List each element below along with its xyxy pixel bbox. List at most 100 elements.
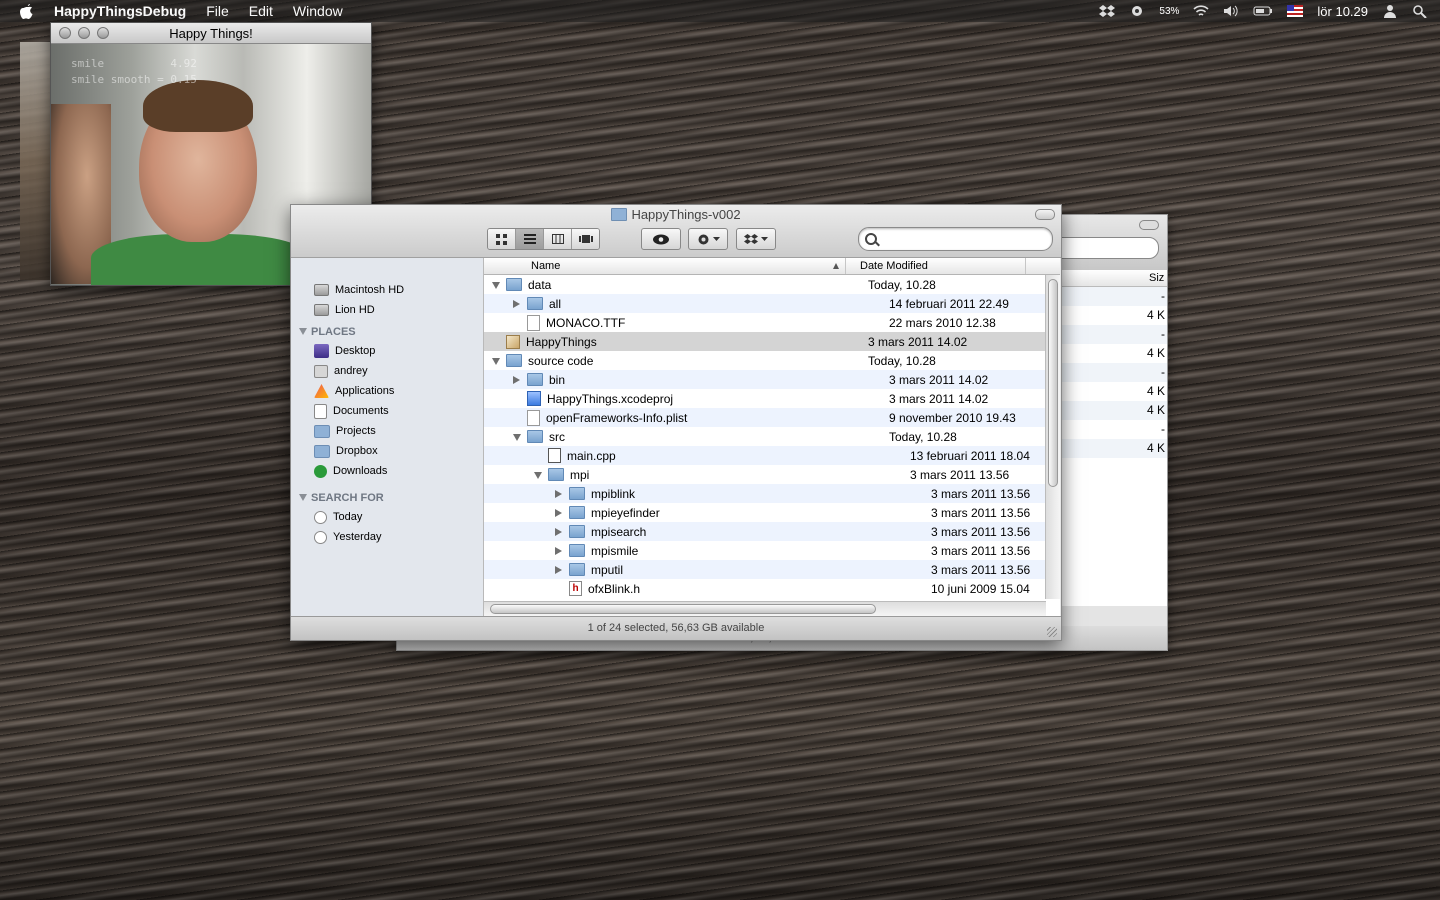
file-row[interactable]: data Today, 10.28: [484, 275, 1046, 294]
sidebar-item-label: Lion HD: [335, 304, 375, 316]
list-view-icon: [523, 234, 536, 244]
sidebar-item-projects[interactable]: Projects: [291, 421, 483, 441]
disclosure-open-icon[interactable]: [492, 354, 502, 368]
sidebar-item-downloads[interactable]: Downloads: [291, 461, 483, 481]
resize-grip-icon[interactable]: [1047, 627, 1057, 637]
folder-icon: [527, 430, 543, 443]
places-header[interactable]: PLACES: [291, 322, 483, 341]
disclosure-closed-icon[interactable]: [513, 297, 523, 311]
app-menu[interactable]: HappyThingsDebug: [54, 3, 186, 19]
dropbox-icon[interactable]: [1099, 4, 1116, 18]
search-input[interactable]: [883, 230, 1047, 248]
file-row[interactable]: MONACO.TTF 22 mars 2010 12.38: [484, 313, 1046, 332]
search-for-header[interactable]: SEARCH FOR: [291, 488, 483, 507]
user-icon[interactable]: [1382, 4, 1398, 18]
size-cell: -: [1061, 363, 1167, 382]
sidebar-item-desktop[interactable]: Desktop: [291, 341, 483, 361]
triangle-right-icon: [555, 508, 562, 517]
zoom-button[interactable]: [97, 27, 109, 39]
clock-icon: [314, 530, 327, 544]
file-row[interactable]: openFrameworks-Info.plist 9 november 2010…: [484, 408, 1046, 427]
finder-title[interactable]: HappyThings-v002: [291, 207, 1061, 222]
toolbar-toggle-button[interactable]: [1035, 209, 1055, 220]
file-row[interactable]: src Today, 10.28: [484, 427, 1046, 446]
icon-view-button[interactable]: [488, 229, 516, 249]
vertical-scrollbar[interactable]: [1045, 275, 1060, 599]
file-name-cell: mpiblink: [484, 487, 917, 501]
file-row[interactable]: source code Today, 10.28: [484, 351, 1046, 370]
edit-menu[interactable]: Edit: [249, 3, 273, 19]
window-titlebar[interactable]: Happy Things!: [51, 23, 371, 44]
file-name-cell: mpismile: [484, 544, 917, 558]
file-row[interactable]: h ofxBlink.h 10 juni 2009 15.04: [484, 579, 1046, 598]
us-flag-icon[interactable]: [1287, 4, 1304, 18]
disclosure-closed-icon[interactable]: [513, 373, 523, 387]
sidebar-item-yesterday[interactable]: Yesterday: [291, 527, 483, 547]
file-row[interactable]: bin 3 mars 2011 14.02: [484, 370, 1046, 389]
file-row[interactable]: mpieyefinder 3 mars 2011 13.56: [484, 503, 1046, 522]
file-row[interactable]: mpi 3 mars 2011 13.56: [484, 465, 1046, 484]
minimize-button[interactable]: [78, 27, 90, 39]
file-row[interactable]: mpiblink 3 mars 2011 13.56: [484, 484, 1046, 503]
triangle-right-icon: [555, 546, 562, 555]
disclosure-open-icon[interactable]: [513, 430, 523, 444]
horizontal-scroll-thumb[interactable]: [490, 604, 876, 614]
file-row[interactable]: main.cpp 13 februari 2011 18.04: [484, 446, 1046, 465]
sidebar-item-dropbox[interactable]: Dropbox: [291, 441, 483, 461]
action-menu-button[interactable]: [688, 228, 728, 250]
disclosure-open-icon[interactable]: [492, 278, 502, 292]
sidebar-item-andrey[interactable]: andrey: [291, 361, 483, 381]
list-view-button[interactable]: [516, 229, 544, 249]
volume-icon[interactable]: [1223, 4, 1239, 18]
file-name: mpieyefinder: [591, 505, 660, 520]
close-button[interactable]: [59, 27, 71, 39]
sidebar-item-applications[interactable]: Applications: [291, 381, 483, 401]
date-modified-cell: 13 februari 2011 18.04: [910, 448, 1030, 463]
file-row[interactable]: all 14 februari 2011 22.49: [484, 294, 1046, 313]
quick-look-button[interactable]: [641, 228, 681, 250]
search-field[interactable]: [858, 227, 1053, 251]
sort-ascending-icon: [833, 263, 839, 269]
file-name-cell: main.cpp: [484, 448, 896, 463]
file-name: mpiblink: [591, 486, 636, 501]
apple-menu-icon[interactable]: [20, 3, 34, 19]
sidebar-item-macintosh-hd[interactable]: Macintosh HD: [291, 280, 483, 300]
file-row[interactable]: HappyThings 3 mars 2011 14.02: [484, 332, 1046, 351]
file-row[interactable]: HappyThings.xcodeproj 3 mars 2011 14.02: [484, 389, 1046, 408]
wifi-icon[interactable]: [1193, 4, 1209, 18]
dropbox-menu-button[interactable]: [736, 228, 776, 250]
finder-sidebar: Macintosh HD Lion HD PLACES Desktop andrey…: [291, 258, 484, 616]
vertical-scroll-thumb[interactable]: [1048, 279, 1058, 487]
disclosure-closed-icon[interactable]: [555, 544, 565, 558]
background-search-field[interactable]: [1047, 237, 1159, 259]
file-name: bin: [549, 372, 566, 387]
file-menu[interactable]: File: [206, 3, 229, 19]
column-view-button[interactable]: [544, 229, 572, 249]
disclosure-closed-icon[interactable]: [555, 487, 565, 501]
disclosure-closed-icon[interactable]: [555, 525, 565, 539]
file-name-cell: h ofxBlink.h: [484, 581, 917, 596]
gear-status-icon[interactable]: [1129, 4, 1145, 18]
coverflow-view-button[interactable]: [572, 229, 599, 249]
spotlight-icon[interactable]: [1412, 4, 1428, 18]
sidebar-item-label: Documents: [333, 405, 389, 417]
disclosure-closed-icon[interactable]: [555, 563, 565, 577]
date-column-header[interactable]: Date Modified: [846, 258, 1026, 274]
disclosure-closed-icon[interactable]: [555, 506, 565, 520]
window-menu[interactable]: Window: [293, 3, 343, 19]
triangle-down-icon: [492, 357, 500, 365]
horizontal-scrollbar[interactable]: [484, 601, 1046, 616]
sidebar-item-documents[interactable]: Documents: [291, 401, 483, 421]
sidebar-item-today[interactable]: Today: [291, 507, 483, 527]
battery-icon[interactable]: [1253, 4, 1273, 18]
sidebar-item-lion-hd[interactable]: Lion HD: [291, 300, 483, 320]
file-row[interactable]: mputil 3 mars 2011 13.56: [484, 560, 1046, 579]
file-row[interactable]: mpisearch 3 mars 2011 13.56: [484, 522, 1046, 541]
file-name-cell: bin: [484, 373, 875, 387]
file-row[interactable]: mpismile 3 mars 2011 13.56: [484, 541, 1046, 560]
disclosure-open-icon[interactable]: [534, 468, 544, 482]
size-column-header[interactable]: Siz: [1061, 270, 1167, 287]
menubar-clock[interactable]: lör 10.29: [1317, 4, 1368, 19]
toolbar-toggle-button[interactable]: [1139, 220, 1159, 230]
name-column-header[interactable]: Name: [484, 258, 846, 274]
